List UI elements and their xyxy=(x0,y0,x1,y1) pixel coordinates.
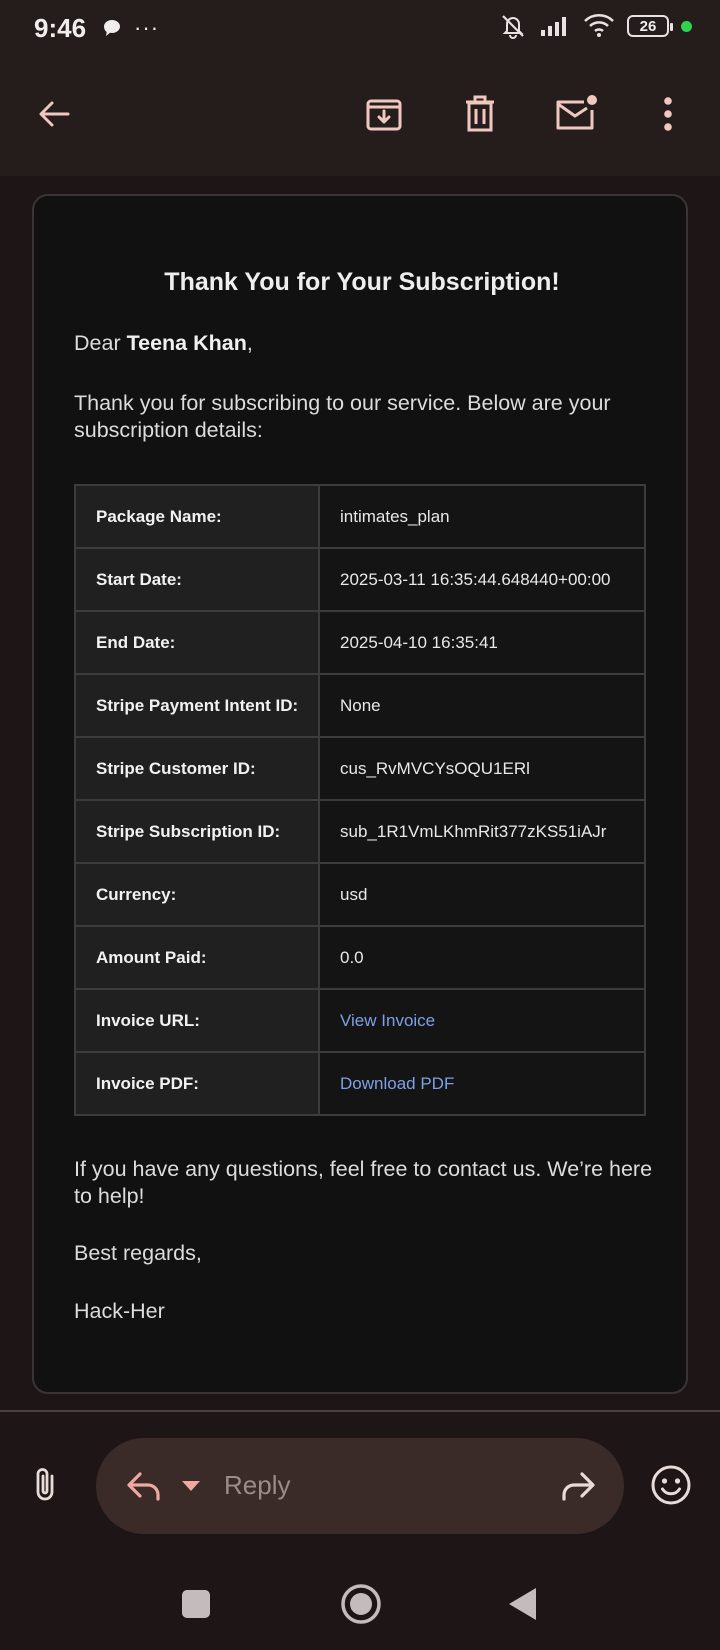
table-row: Invoice URL: View Invoice xyxy=(74,988,646,1053)
detail-label: Invoice PDF: xyxy=(74,1051,320,1116)
table-row: Package Name: intimates_plan xyxy=(74,484,646,549)
attachment-icon[interactable] xyxy=(26,1464,66,1504)
signal-icon xyxy=(541,17,566,36)
email-body: Thank You for Your Subscription! Dear Te… xyxy=(32,194,688,1394)
privacy-indicator xyxy=(681,20,692,32)
reply-options-icon[interactable] xyxy=(180,1478,202,1494)
reply-icon[interactable] xyxy=(124,1466,164,1506)
delete-button[interactable] xyxy=(456,90,504,138)
detail-label: Stripe Payment Intent ID: xyxy=(74,673,320,738)
table-row: Stripe Payment Intent ID: None xyxy=(74,673,646,738)
table-row: Invoice PDF: Download PDF xyxy=(74,1051,646,1116)
view-invoice-link[interactable]: View Invoice xyxy=(318,988,646,1053)
reply-field[interactable]: Reply xyxy=(96,1438,624,1534)
detail-value: 2025-04-10 16:35:41 xyxy=(318,610,646,675)
back-arrow-icon xyxy=(39,101,70,127)
detail-label: Invoice URL: xyxy=(74,988,320,1053)
back-button[interactable] xyxy=(30,90,78,138)
mark-unread-button[interactable] xyxy=(552,90,600,138)
subscription-details-table: Package Name: intimates_plan Start Date:… xyxy=(74,484,646,1116)
greeting: Dear Teena Khan, xyxy=(74,330,654,357)
recents-button[interactable] xyxy=(182,1590,210,1618)
status-overflow: ··· xyxy=(134,15,160,40)
detail-value: 0.0 xyxy=(318,925,646,990)
detail-value: 2025-03-11 16:35:44.648440+00:00 xyxy=(318,547,646,612)
home-button[interactable] xyxy=(340,1583,382,1625)
status-time: 9:46 xyxy=(34,12,87,43)
forward-icon[interactable] xyxy=(558,1466,598,1506)
battery-level: 26 xyxy=(639,17,657,35)
table-row: Stripe Subscription ID: sub_1R1VmLKhmRit… xyxy=(74,799,646,864)
reply-label: Reply xyxy=(224,1470,291,1500)
detail-label: Stripe Customer ID: xyxy=(74,736,320,801)
bell-off-icon xyxy=(502,15,524,39)
mark-unread-icon xyxy=(556,95,597,130)
table-row: Start Date: 2025-03-11 16:35:44.648440+0… xyxy=(74,547,646,612)
more-vert-icon xyxy=(664,97,672,131)
download-pdf-link[interactable]: Download PDF xyxy=(318,1051,646,1116)
battery-icon: 26 xyxy=(627,15,673,37)
archive-button[interactable] xyxy=(360,90,408,138)
detail-value: intimates_plan xyxy=(318,484,646,549)
table-row: Amount Paid: 0.0 xyxy=(74,925,646,990)
archive-icon xyxy=(366,99,402,131)
detail-label: Amount Paid: xyxy=(74,925,320,990)
detail-label: Currency: xyxy=(74,862,320,927)
divider xyxy=(0,1410,720,1412)
detail-value: usd xyxy=(318,862,646,927)
delete-icon xyxy=(466,95,494,132)
greeting-suffix: , xyxy=(246,331,253,355)
email-title: Thank You for Your Subscription! xyxy=(164,268,560,296)
emoji-icon[interactable] xyxy=(650,1464,692,1506)
nav-back-button[interactable] xyxy=(506,1586,538,1622)
detail-value: None xyxy=(318,673,646,738)
regards-text: Best regards, xyxy=(74,1241,202,1265)
chat-bubble-icon xyxy=(104,20,121,36)
signature: Hack-Her xyxy=(74,1299,165,1323)
detail-label: End Date: xyxy=(74,610,320,675)
table-row: Currency: usd xyxy=(74,862,646,927)
table-row: End Date: 2025-04-10 16:35:41 xyxy=(74,610,646,675)
detail-value: sub_1R1VmLKhmRit377zKS51iAJr xyxy=(318,799,646,864)
intro-text: Thank you for subscribing to our service… xyxy=(74,391,611,442)
app-bar xyxy=(0,56,720,176)
more-options-button[interactable] xyxy=(644,90,692,138)
status-bar: 9:46 ··· 26 xyxy=(0,0,720,56)
recipient-name: Teena Khan xyxy=(126,331,247,355)
greeting-prefix: Dear xyxy=(74,331,127,355)
wifi-icon xyxy=(584,14,614,37)
detail-label: Start Date: xyxy=(74,547,320,612)
questions-text: If you have any questions, feel free to … xyxy=(74,1157,653,1208)
detail-value: cus_RvMVCYsOQU1ERl xyxy=(318,736,646,801)
detail-label: Stripe Subscription ID: xyxy=(74,799,320,864)
table-row: Stripe Customer ID: cus_RvMVCYsOQU1ERl xyxy=(74,736,646,801)
detail-label: Package Name: xyxy=(74,484,320,549)
